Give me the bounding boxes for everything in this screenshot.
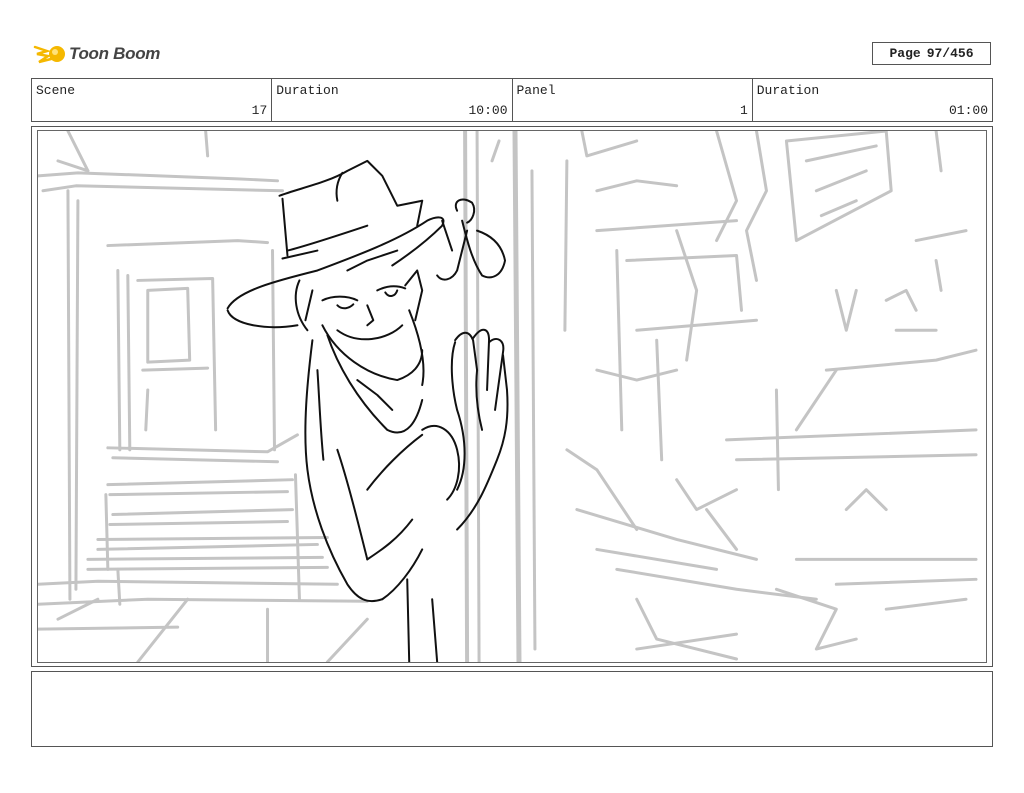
scene-value: 17 — [251, 103, 268, 118]
scene-duration-label: Duration — [276, 83, 339, 98]
panel-duration-cell: Duration 01:00 — [753, 79, 992, 121]
scene-cell: Scene 17 — [32, 79, 273, 121]
toon-boom-logo-icon — [33, 45, 65, 64]
sketch-drawing — [38, 131, 978, 662]
storyboard-info-table: Scene 17 Duration 10:00 Panel 1 Duration… — [31, 78, 993, 122]
storyboard-panel-image — [37, 130, 987, 663]
page-number: 97/456 — [926, 46, 974, 61]
scene-duration-cell: Duration 10:00 — [272, 79, 513, 121]
page-label: Page — [889, 46, 921, 61]
logo-text: Toon Boom — [69, 44, 161, 63]
notes-box — [31, 671, 993, 747]
toon-boom-logo: Toon Boom — [33, 38, 160, 70]
panel-value: 1 — [739, 103, 748, 118]
panel-duration-label: Duration — [756, 83, 820, 98]
page-indicator: Page 97/456 — [872, 42, 991, 65]
panel-cell: Panel 1 — [513, 79, 753, 121]
scene-label: Scene — [36, 83, 76, 98]
panel-label: Panel — [516, 83, 556, 98]
panel-duration-value: 01:00 — [948, 103, 988, 118]
scene-duration-value: 10:00 — [468, 103, 508, 118]
